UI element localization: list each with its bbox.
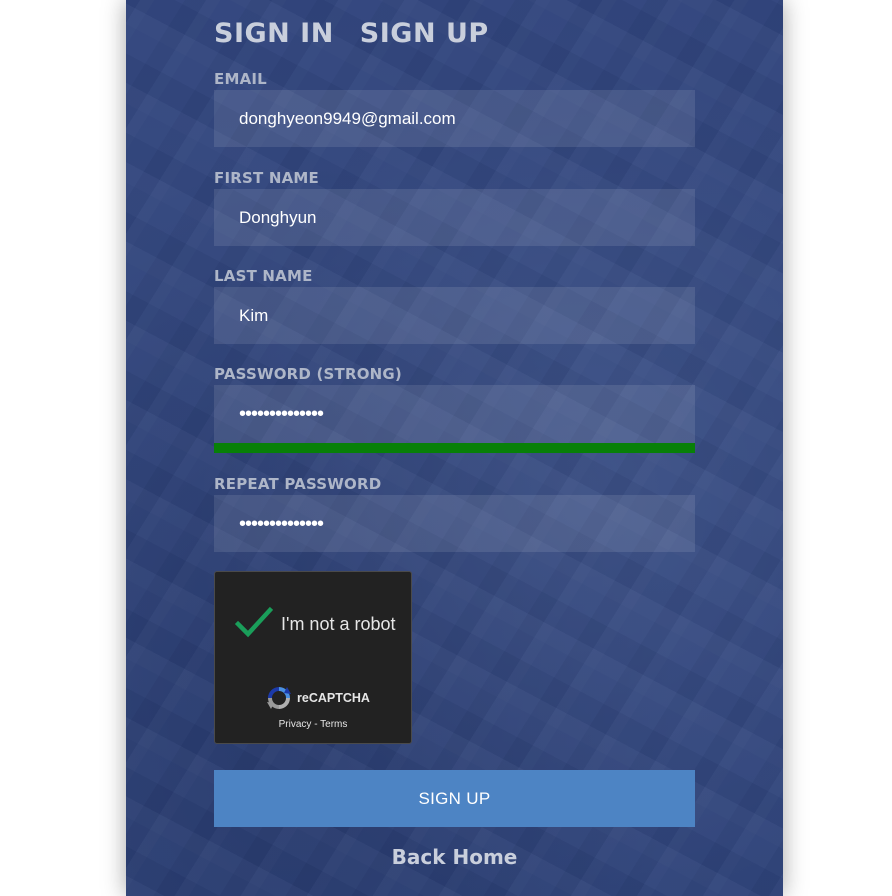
first-name-label: FIRST NAME — [214, 169, 319, 187]
last-name-field[interactable]: Kim — [214, 287, 695, 344]
auth-tabs: SIGN IN SIGN UP — [214, 18, 489, 58]
repeat-password-value: •••••••••••••• — [239, 512, 324, 535]
captcha-brand: reCAPTCHA — [297, 691, 370, 705]
email-field[interactable]: donghyeon9949@gmail.com — [214, 90, 695, 147]
password-value: •••••••••••••• — [239, 403, 324, 425]
first-name-field[interactable]: Donghyun — [214, 189, 695, 246]
password-strength-bar — [214, 443, 695, 453]
repeat-password-field[interactable]: •••••••••••••• — [214, 495, 695, 552]
recaptcha-logo-icon — [267, 687, 291, 709]
captcha-link-separator: - — [311, 719, 321, 730]
tab-sign-up[interactable]: SIGN UP — [360, 18, 489, 58]
email-value: donghyeon9949@gmail.com — [239, 108, 456, 128]
captcha-label: I'm not a robot — [281, 614, 396, 634]
first-name-value: Donghyun — [239, 207, 317, 227]
password-label: PASSWORD (STRONG) — [214, 365, 402, 383]
last-name-value: Kim — [239, 305, 269, 325]
captcha-links: Privacy - Terms — [215, 719, 411, 730]
last-name-label: LAST NAME — [214, 267, 313, 285]
signup-panel: SIGN IN SIGN UP EMAIL donghyeon9949@gmai… — [126, 0, 783, 896]
password-field[interactable]: •••••••••••••• — [214, 385, 695, 443]
sign-up-button[interactable]: SIGN UP — [214, 770, 695, 827]
checkmark-icon[interactable] — [235, 606, 273, 640]
repeat-password-label: REPEAT PASSWORD — [214, 475, 382, 493]
back-home-link[interactable]: Back Home — [214, 845, 695, 869]
recaptcha-widget: I'm not a robot reCAPTCHA Privacy - Term… — [214, 571, 412, 744]
email-label: EMAIL — [214, 70, 267, 88]
tab-sign-in[interactable]: SIGN IN — [214, 18, 334, 58]
captcha-terms-link[interactable]: Terms — [320, 719, 347, 730]
captcha-privacy-link[interactable]: Privacy — [279, 719, 312, 730]
signup-form: SIGN IN SIGN UP EMAIL donghyeon9949@gmai… — [214, 0, 695, 896]
page: SIGN IN SIGN UP EMAIL donghyeon9949@gmai… — [0, 0, 892, 896]
password-strength-fill — [214, 443, 695, 453]
